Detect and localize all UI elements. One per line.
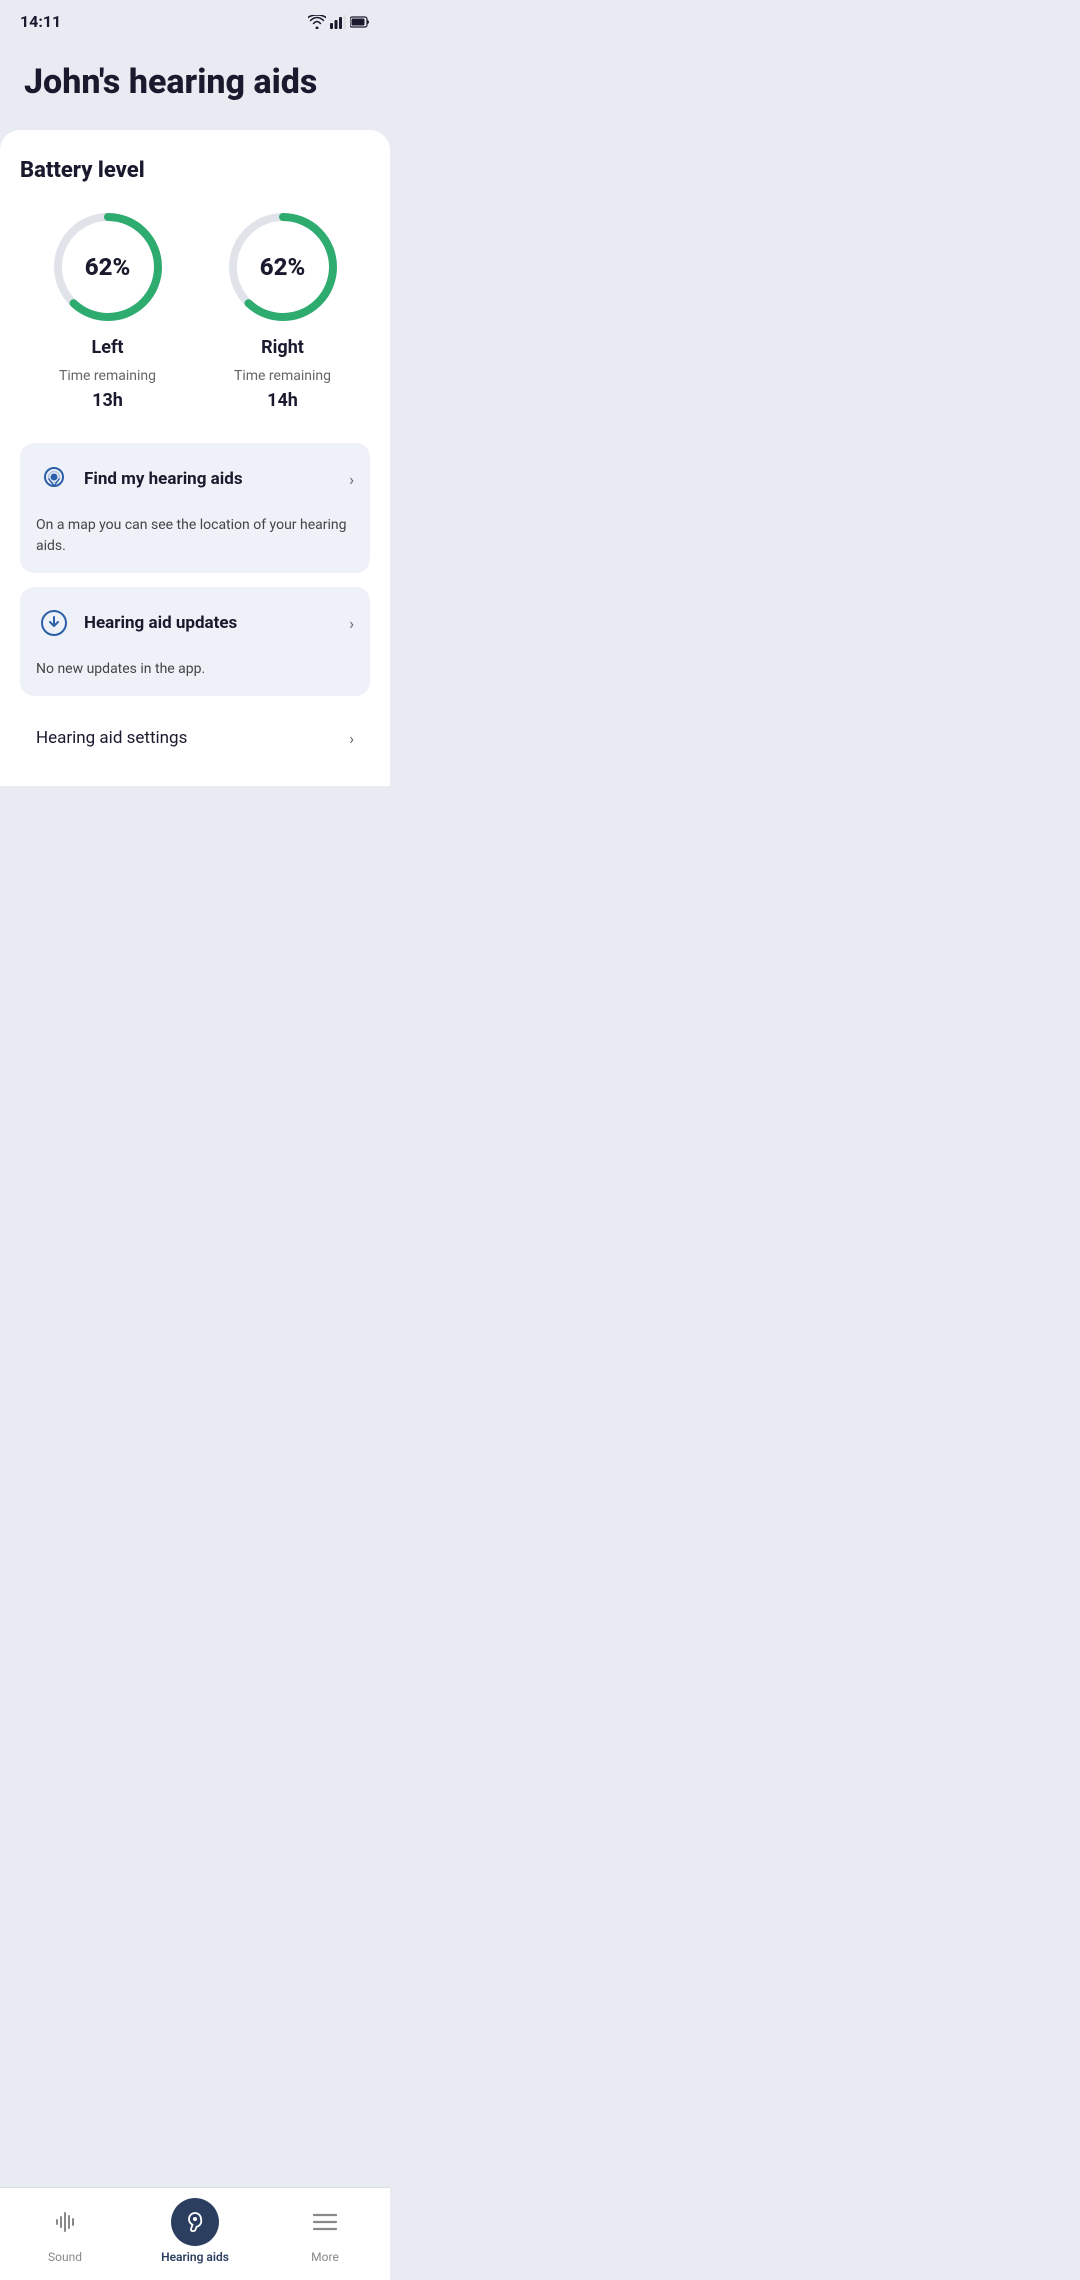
page-title: John's hearing aids <box>24 63 366 102</box>
signal-icon <box>330 15 346 29</box>
update-card-header-left: Hearing aid updates <box>36 605 237 641</box>
update-card[interactable]: Hearing aid updates › No new updates in … <box>20 587 370 696</box>
battery-right-label: Right <box>261 337 304 358</box>
nav-hearing-aids[interactable]: Hearing aids <box>130 2198 260 2264</box>
battery-container: 62% Left Time remaining 13h 62% Right Ti… <box>20 207 370 411</box>
battery-left-time-label: Time remaining <box>59 368 156 384</box>
settings-row-title: Hearing aid settings <box>36 728 187 748</box>
battery-status-icon <box>350 16 370 28</box>
settings-row-chevron: › <box>349 729 354 748</box>
battery-right-time-value: 14h <box>267 390 298 411</box>
update-icon <box>36 605 72 641</box>
battery-section-title: Battery level <box>20 158 370 183</box>
battery-right-circle: 62% <box>223 207 343 327</box>
update-card-title: Hearing aid updates <box>84 613 237 633</box>
battery-left-label: Left <box>92 337 124 358</box>
status-bar: 14:11 <box>0 0 390 39</box>
nav-more-label: More <box>311 2250 339 2264</box>
nav-more[interactable]: More <box>260 2198 390 2264</box>
battery-left-time-value: 13h <box>92 390 123 411</box>
content-card: Battery level 62% Left Time remaining 13… <box>0 130 390 786</box>
settings-row[interactable]: Hearing aid settings › <box>20 710 370 766</box>
battery-left-circle: 62% <box>48 207 168 327</box>
find-card-header[interactable]: Find my hearing aids › <box>20 443 370 515</box>
find-card-header-left: Find my hearing aids <box>36 461 243 497</box>
find-card[interactable]: Find my hearing aids › On a map you can … <box>20 443 370 573</box>
header: John's hearing aids <box>0 39 390 130</box>
hearing-aids-icon-wrap <box>171 2198 219 2246</box>
find-card-body: On a map you can see the location of you… <box>20 515 370 573</box>
battery-section: Battery level 62% Left Time remaining 13… <box>20 158 370 411</box>
more-icon-wrap <box>301 2198 349 2246</box>
wifi-icon <box>308 15 326 29</box>
find-card-title: Find my hearing aids <box>84 469 243 489</box>
find-card-chevron: › <box>349 470 354 489</box>
sound-icon-wrap <box>41 2198 89 2246</box>
status-time: 14:11 <box>20 12 61 31</box>
hearing-aids-icon <box>182 2209 208 2235</box>
more-icon <box>312 2211 338 2233</box>
sound-icon <box>52 2209 78 2235</box>
battery-right-time-label: Time remaining <box>234 368 331 384</box>
battery-right-percent: 62% <box>260 253 305 281</box>
find-icon <box>36 461 72 497</box>
bottom-nav: Sound Hearing aids More <box>0 2187 390 2280</box>
nav-hearing-aids-label: Hearing aids <box>161 2250 229 2264</box>
battery-left: 62% Left Time remaining 13h <box>48 207 168 411</box>
battery-right: 62% Right Time remaining 14h <box>223 207 343 411</box>
nav-sound[interactable]: Sound <box>0 2198 130 2264</box>
battery-left-percent: 62% <box>85 253 130 281</box>
status-icons <box>308 15 370 29</box>
update-card-header[interactable]: Hearing aid updates › <box>20 587 370 659</box>
update-card-body: No new updates in the app. <box>20 659 370 696</box>
update-card-chevron: › <box>349 614 354 633</box>
nav-sound-label: Sound <box>48 2250 82 2264</box>
